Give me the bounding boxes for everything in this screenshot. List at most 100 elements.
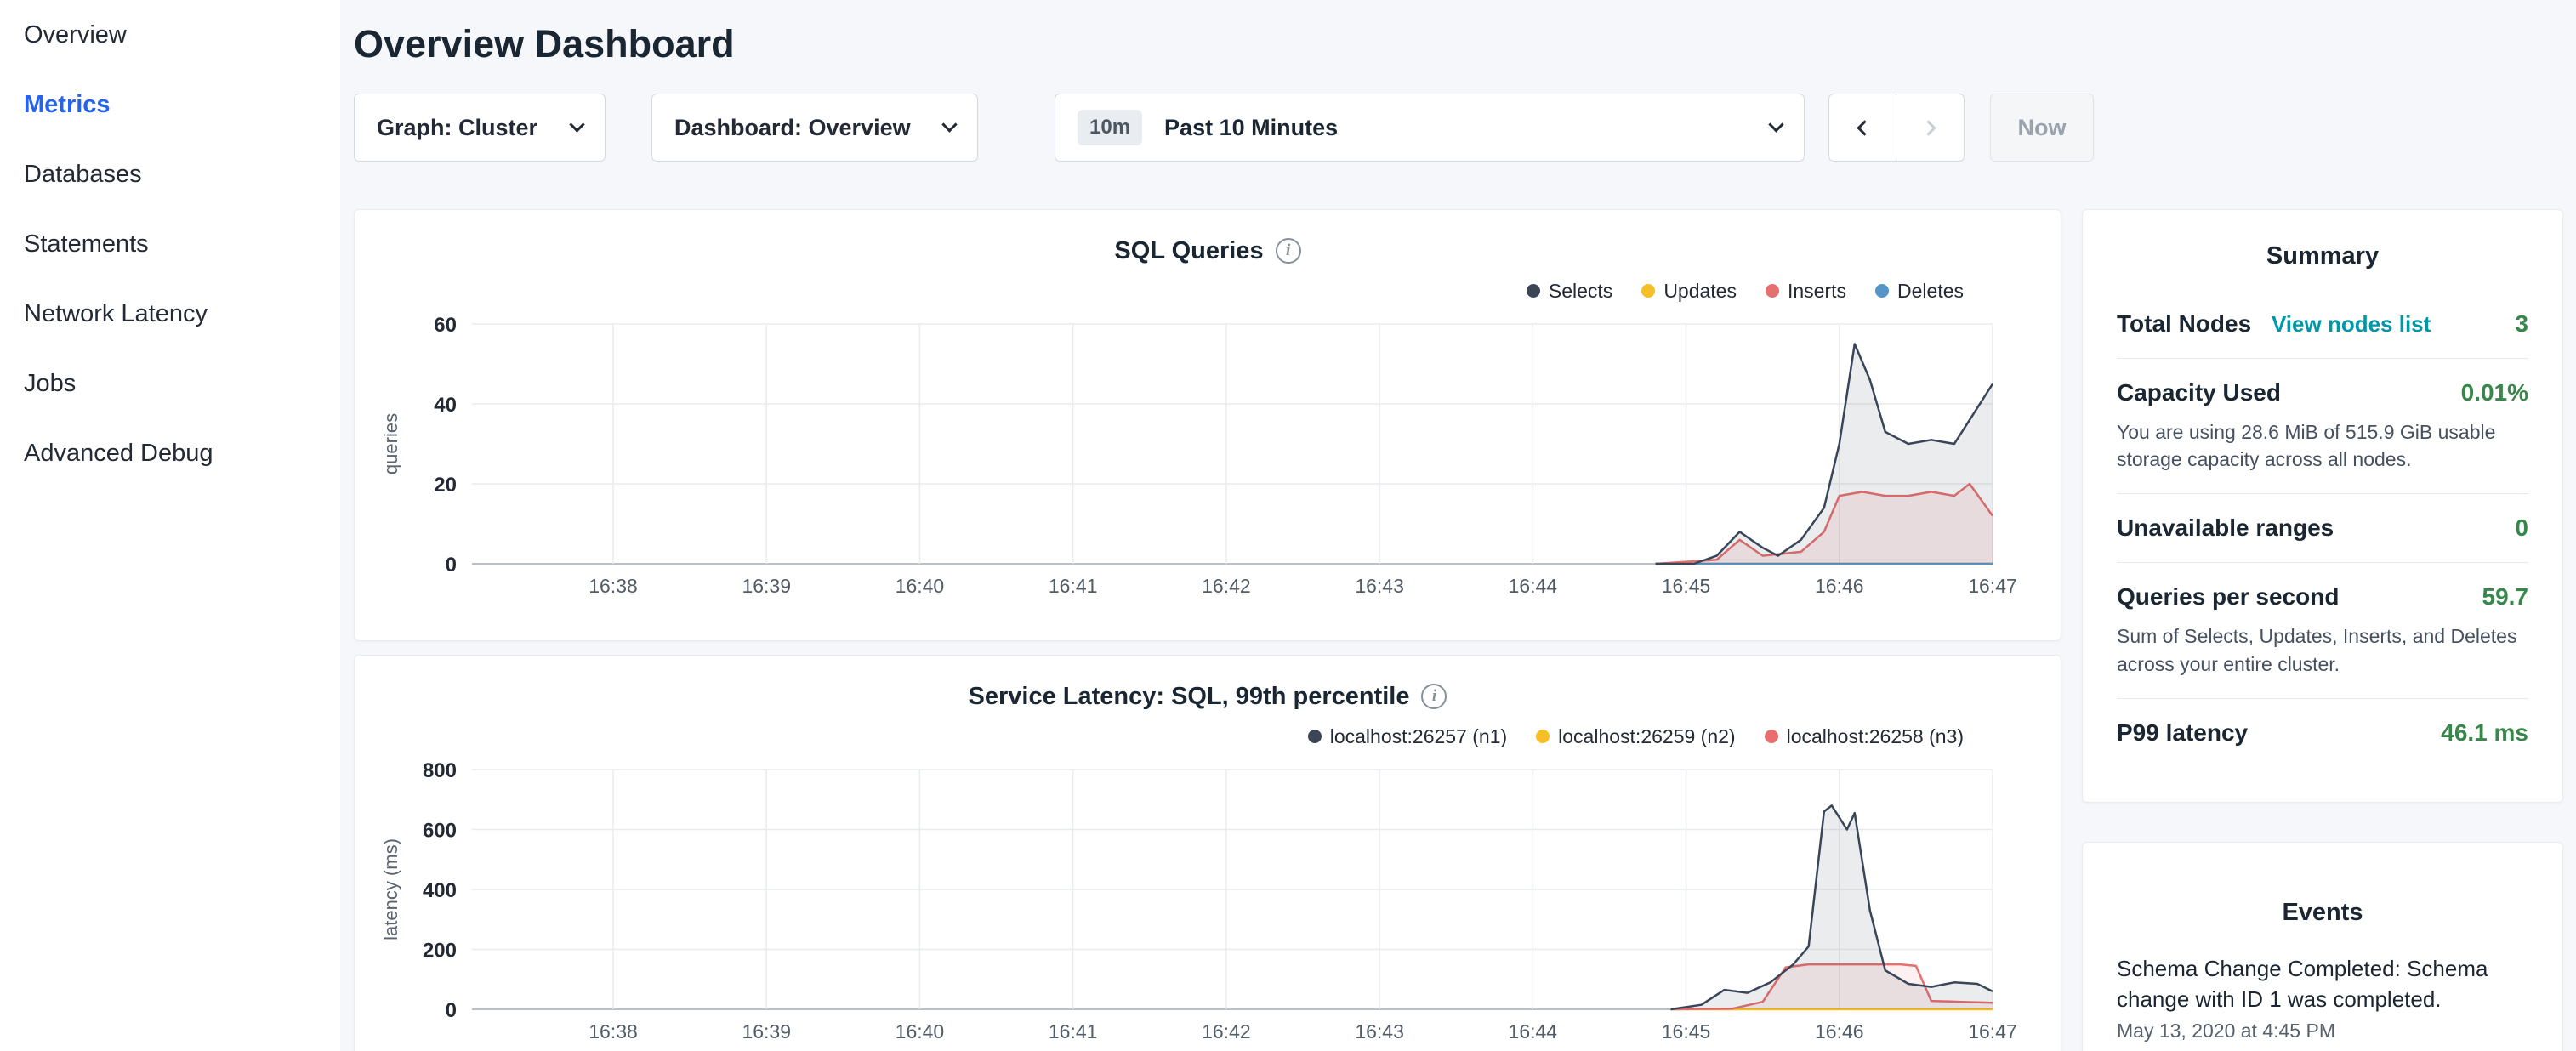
controls-bar: Graph: Cluster Dashboard: Overview 10m P… <box>354 94 2563 162</box>
sidebar-item-statements[interactable]: Statements <box>0 209 340 279</box>
svg-text:16:45: 16:45 <box>1662 1020 1711 1042</box>
events-heading: Events <box>2117 897 2528 928</box>
svg-text:16:41: 16:41 <box>1049 1020 1098 1042</box>
summary-label-text: Total Nodes <box>2117 310 2251 337</box>
chart-legend: localhost:26257 (n1) localhost:26259 (n2)… <box>375 722 2040 751</box>
dashboard-content: SQL Queries i Selects Updates Inserts Delet… <box>354 209 2563 1051</box>
svg-text:latency (ms): latency (ms) <box>380 838 401 940</box>
graph-dropdown-label: Graph: Cluster <box>377 115 537 141</box>
svg-text:16:44: 16:44 <box>1509 1020 1558 1042</box>
summary-label: P99 latency <box>2117 719 2248 747</box>
svg-text:60: 60 <box>434 314 457 337</box>
now-button[interactable]: Now <box>1990 94 2094 162</box>
summary-row-total-nodes: Total Nodes View nodes list 3 <box>2117 290 2528 359</box>
svg-text:200: 200 <box>423 940 457 963</box>
legend-label: localhost:26259 (n2) <box>1558 725 1735 748</box>
summary-row-queries-per-second: Queries per second 59.7 Sum of Selects, … <box>2117 563 2528 698</box>
legend-label: Deletes <box>1897 280 1964 303</box>
time-range-badge: 10m <box>1078 110 1142 145</box>
svg-text:16:43: 16:43 <box>1355 1020 1404 1042</box>
sidebar-item-databases[interactable]: Databases <box>0 139 340 209</box>
sidebar-item-advanced-debug[interactable]: Advanced Debug <box>0 418 340 488</box>
right-column: Summary Total Nodes View nodes list 3 Ca… <box>2082 209 2563 1051</box>
svg-text:400: 400 <box>423 879 457 902</box>
legend-item: Updates <box>1641 280 1737 303</box>
svg-text:0: 0 <box>446 554 457 577</box>
summary-row-p99-latency: P99 latency 46.1 ms <box>2117 699 2528 767</box>
sidebar-item-overview[interactable]: Overview <box>0 0 340 70</box>
legend-dot-icon <box>1875 284 1889 298</box>
svg-text:16:38: 16:38 <box>589 1020 638 1042</box>
sidebar-item-metrics[interactable]: Metrics <box>0 70 340 139</box>
sidebar-item-network-latency[interactable]: Network Latency <box>0 279 340 349</box>
svg-text:16:41: 16:41 <box>1049 575 1098 597</box>
legend-dot-icon <box>1765 730 1778 743</box>
summary-panel: Summary Total Nodes View nodes list 3 Ca… <box>2082 209 2563 803</box>
summary-row-capacity-used: Capacity Used 0.01% You are using 28.6 M… <box>2117 359 2528 494</box>
unavailable-ranges-value: 0 <box>2515 514 2528 542</box>
sidebar-item-jobs[interactable]: Jobs <box>0 349 340 418</box>
legend-label: Selects <box>1549 280 1612 303</box>
svg-text:16:46: 16:46 <box>1815 575 1864 597</box>
svg-text:16:47: 16:47 <box>1968 575 2017 597</box>
svg-text:16:45: 16:45 <box>1662 575 1711 597</box>
total-nodes-value: 3 <box>2515 310 2528 338</box>
svg-text:16:43: 16:43 <box>1355 575 1404 597</box>
sql-queries-chart-card: SQL Queries i Selects Updates Inserts Delet… <box>354 209 2061 641</box>
chevron-left-icon <box>1857 120 1872 135</box>
legend-item: localhost:26259 (n2) <box>1536 725 1735 748</box>
svg-text:0: 0 <box>446 999 457 1022</box>
legend-dot-icon <box>1641 284 1655 298</box>
capacity-used-description: You are using 28.6 MiB of 515.9 GiB usab… <box>2117 418 2528 473</box>
summary-label: Queries per second <box>2117 583 2339 611</box>
graph-dropdown[interactable]: Graph: Cluster <box>354 94 606 162</box>
dashboard-dropdown-label: Dashboard: Overview <box>674 115 911 141</box>
legend-label: Updates <box>1663 280 1737 303</box>
legend-item: Inserts <box>1766 280 1846 303</box>
legend-item: localhost:26257 (n1) <box>1308 725 1507 748</box>
events-panel: Events Schema Change Completed: Schema c… <box>2082 842 2563 1051</box>
info-icon[interactable]: i <box>1276 238 1301 264</box>
legend-dot-icon <box>1527 284 1540 298</box>
time-step-buttons <box>1828 94 1965 162</box>
svg-text:16:39: 16:39 <box>742 575 791 597</box>
svg-text:16:38: 16:38 <box>589 575 638 597</box>
next-range-button[interactable] <box>1896 94 1965 162</box>
time-range-dropdown[interactable]: 10m Past 10 Minutes <box>1055 94 1805 162</box>
svg-text:800: 800 <box>423 759 457 782</box>
summary-heading: Summary <box>2117 241 2528 271</box>
main-content: Overview Dashboard Graph: Cluster Dashbo… <box>340 0 2576 1051</box>
svg-text:16:40: 16:40 <box>896 1020 945 1042</box>
prev-range-button[interactable] <box>1828 94 1896 162</box>
svg-text:16:46: 16:46 <box>1815 1020 1864 1042</box>
chart-title: SQL Queries <box>1114 237 1263 265</box>
legend-item: localhost:26258 (n3) <box>1765 725 1964 748</box>
service-latency-plot[interactable]: 0 200 400 600 800 16:38 16:39 16:40 16:41 16:42 16… <box>375 751 2042 1048</box>
svg-text:600: 600 <box>423 820 457 843</box>
chevron-down-icon <box>569 116 584 132</box>
svg-text:16:44: 16:44 <box>1509 575 1558 597</box>
svg-text:16:47: 16:47 <box>1968 1020 2017 1042</box>
summary-label: Unavailable ranges <box>2117 514 2334 542</box>
capacity-used-value: 0.01% <box>2461 379 2528 406</box>
svg-text:16:42: 16:42 <box>1202 1020 1251 1042</box>
info-icon[interactable]: i <box>1421 684 1447 709</box>
chevron-down-icon <box>941 116 957 132</box>
svg-text:16:40: 16:40 <box>896 575 945 597</box>
sql-queries-plot[interactable]: 020406016:3816:3916:4016:4116:4216:4316:… <box>375 305 2042 603</box>
legend-item: Deletes <box>1875 280 1964 303</box>
charts-column: SQL Queries i Selects Updates Inserts Delet… <box>354 209 2061 1051</box>
summary-label: Total Nodes View nodes list <box>2117 310 2431 338</box>
queries-per-second-description: Sum of Selects, Updates, Inserts, and De… <box>2117 622 2528 677</box>
legend-dot-icon <box>1308 730 1322 743</box>
chevron-right-icon <box>1920 120 1936 135</box>
dashboard-dropdown[interactable]: Dashboard: Overview <box>651 94 978 162</box>
view-nodes-list-link[interactable]: View nodes list <box>2272 311 2431 337</box>
page-title: Overview Dashboard <box>354 19 2563 70</box>
svg-text:16:39: 16:39 <box>742 1020 791 1042</box>
queries-per-second-value: 59.7 <box>2482 583 2529 611</box>
chart-legend: Selects Updates Inserts Deletes <box>375 276 2040 305</box>
event-text: Schema Change Completed: Schema change w… <box>2117 953 2528 1014</box>
service-latency-chart-card: Service Latency: SQL, 99th percentile i … <box>354 655 2061 1051</box>
legend-dot-icon <box>1766 284 1779 298</box>
